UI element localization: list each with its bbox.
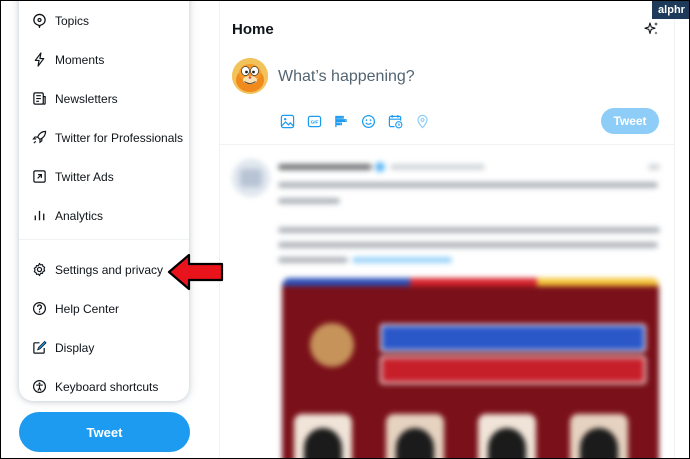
menu-item-display[interactable]: Display — [19, 328, 189, 367]
gif-icon[interactable]: GIF — [305, 112, 324, 131]
menu-item-label: Settings and privacy — [55, 262, 164, 277]
blurred-author — [278, 164, 372, 170]
main-timeline: Home What’s happening? GIF Tweet — [219, 1, 675, 458]
page-title: Home — [232, 21, 274, 38]
rocket-icon — [31, 130, 47, 146]
blurred-text-line — [278, 182, 658, 188]
screenshot-frame: Topics Moments Newsletters Twitter for P… — [0, 0, 690, 459]
newsletters-icon — [31, 91, 47, 107]
menu-item-moments[interactable]: Moments — [19, 40, 189, 79]
menu-item-keyboard-shortcuts[interactable]: Keyboard shortcuts — [19, 367, 189, 406]
verified-badge — [375, 162, 385, 172]
watermark-logo: alphr — [652, 1, 689, 19]
blurred-text-line — [278, 242, 658, 248]
menu-item-twitter-ads[interactable]: Twitter Ads — [19, 157, 189, 196]
poll-icon[interactable] — [332, 112, 351, 131]
blurred-text-line — [278, 257, 348, 263]
menu-item-settings-and-privacy[interactable]: Settings and privacy — [19, 250, 189, 289]
blurred-tweet[interactable] — [220, 145, 674, 458]
menu-item-label: Twitter Ads — [55, 169, 114, 184]
emoji-icon[interactable] — [359, 112, 378, 131]
more-menu: Topics Moments Newsletters Twitter for P… — [19, 1, 189, 401]
red-arrow-annotation — [167, 253, 224, 291]
analytics-icon — [31, 208, 47, 224]
schedule-icon[interactable] — [386, 112, 405, 131]
accessibility-icon — [31, 379, 47, 395]
moments-icon — [31, 52, 47, 68]
blurred-media — [282, 278, 659, 458]
blurred-text-line — [278, 198, 340, 204]
tweet-avatar — [232, 159, 270, 197]
menu-divider — [19, 239, 189, 240]
menu-item-label: Analytics — [55, 208, 104, 223]
compose-toolbar: GIF — [278, 112, 432, 131]
avatar[interactable] — [232, 58, 268, 94]
menu-item-newsletters[interactable]: Newsletters — [19, 79, 189, 118]
menu-item-label: Newsletters — [55, 91, 118, 106]
gear-icon — [31, 262, 47, 278]
compose-tweet-button[interactable]: Tweet — [601, 108, 659, 134]
menu-item-label: Keyboard shortcuts — [55, 379, 159, 394]
location-icon[interactable] — [413, 112, 432, 131]
display-icon — [31, 340, 47, 356]
ads-icon — [31, 169, 47, 185]
menu-item-label: Display — [55, 340, 95, 355]
blurred-text-line — [278, 227, 660, 233]
menu-item-help-center[interactable]: Help Center — [19, 289, 189, 328]
menu-item-label: Moments — [55, 52, 105, 67]
menu-item-label: Twitter for Professionals — [55, 130, 184, 145]
tweet-button[interactable]: Tweet — [19, 412, 190, 452]
blurred-more — [648, 164, 660, 170]
menu-item-analytics[interactable]: Analytics — [19, 196, 189, 235]
blurred-hashtag — [352, 257, 452, 263]
image-icon[interactable] — [278, 112, 297, 131]
topics-icon — [31, 13, 47, 29]
menu-item-label: Help Center — [55, 301, 120, 316]
sparkle-icon[interactable] — [644, 21, 660, 37]
blurred-handle — [390, 164, 485, 170]
help-icon — [31, 301, 47, 317]
menu-item-topics[interactable]: Topics — [19, 1, 189, 40]
compose-input[interactable]: What’s happening? — [278, 68, 415, 86]
svg-text:GIF: GIF — [311, 120, 319, 125]
menu-item-twitter-for-professionals[interactable]: Twitter for Professionals — [19, 118, 189, 157]
menu-item-label: Topics — [55, 13, 90, 28]
